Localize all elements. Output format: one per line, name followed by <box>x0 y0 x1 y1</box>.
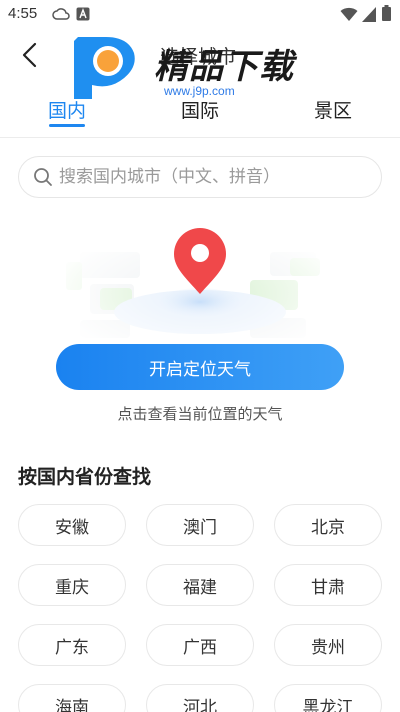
battery-icon <box>382 5 391 21</box>
province-section-title: 按国内省份查找 <box>18 466 152 488</box>
province-chip[interactable]: 贵州 <box>274 624 382 666</box>
province-chip[interactable]: 广东 <box>18 624 126 666</box>
tab-scenic-spots[interactable]: 景区 <box>314 96 352 123</box>
province-chip[interactable]: 北京 <box>274 504 382 546</box>
province-chip[interactable]: 河北 <box>146 684 254 712</box>
notification-a-icon <box>76 7 90 21</box>
search-bar[interactable] <box>18 156 382 198</box>
cloud-icon <box>52 8 70 20</box>
signal-icon <box>362 7 376 22</box>
province-chip[interactable]: 甘肃 <box>274 564 382 606</box>
enable-location-weather-button[interactable]: 开启定位天气 <box>56 344 344 390</box>
province-chip[interactable]: 黑龙江 <box>274 684 382 712</box>
province-chip[interactable]: 澳门 <box>146 504 254 546</box>
province-chip[interactable]: 福建 <box>146 564 254 606</box>
status-time: 4:55 <box>8 5 38 22</box>
search-input[interactable] <box>59 157 369 197</box>
watermark-logo-icon <box>74 37 135 99</box>
tab-bar: 国内 国际 景区 <box>0 96 400 136</box>
wifi-icon <box>340 7 358 21</box>
province-chip[interactable]: 海南 <box>18 684 126 712</box>
header: 选择城市 精品下载 www.j9p.com 国内 国际 景区 <box>0 30 400 138</box>
search-icon <box>34 168 52 186</box>
province-chip[interactable]: 广西 <box>146 624 254 666</box>
tab-international[interactable]: 国际 <box>181 96 219 123</box>
province-chip[interactable]: 安徽 <box>18 504 126 546</box>
location-map-illustration <box>60 222 340 352</box>
province-chip[interactable]: 重庆 <box>18 564 126 606</box>
back-arrow-icon[interactable] <box>16 40 46 70</box>
watermark-title: 精品下载 <box>154 47 294 87</box>
location-hint-text: 点击查看当前位置的天气 <box>117 405 283 423</box>
tab-domestic[interactable]: 国内 <box>48 96 86 123</box>
tab-active-indicator <box>49 124 85 127</box>
status-bar: 4:55 <box>0 0 400 30</box>
